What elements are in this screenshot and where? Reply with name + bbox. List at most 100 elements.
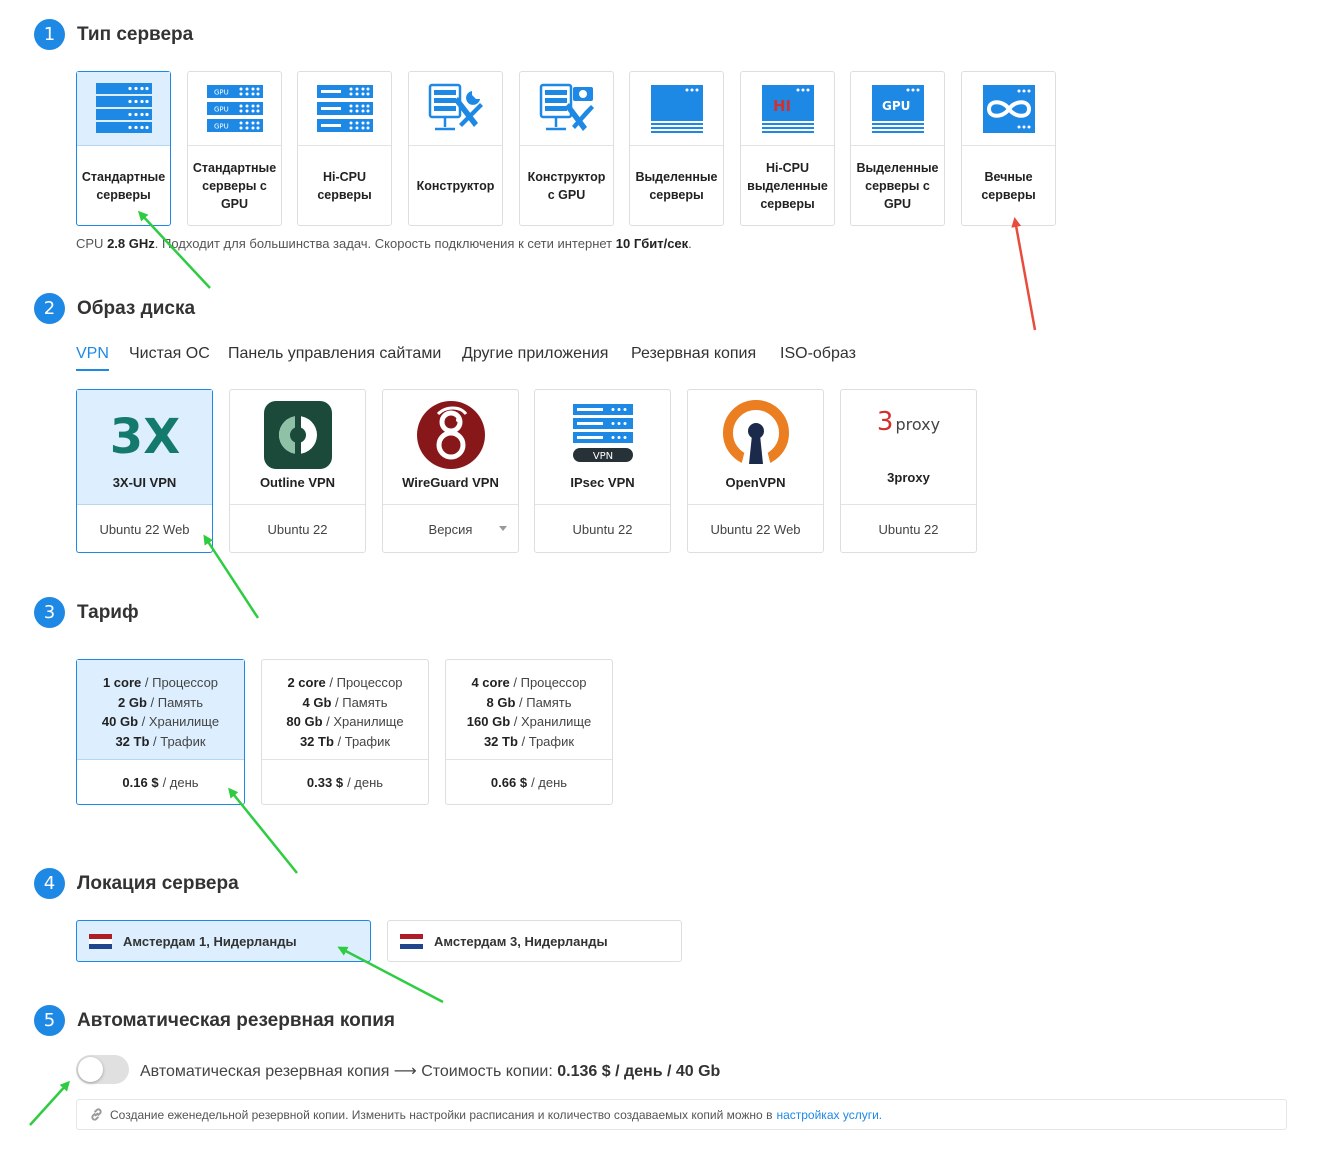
step-2-header: 2 Образ диска xyxy=(34,293,195,324)
server-type-hicpu[interactable]: Hi-CPU серверы xyxy=(297,71,392,226)
dedicated-server-icon xyxy=(650,84,703,133)
server-type-label: Конструктор с GPU xyxy=(527,170,606,202)
infinity-server-icon xyxy=(982,84,1035,133)
tariff-price: 0.16 $ / день xyxy=(122,775,199,790)
step-number: 1 xyxy=(34,19,65,50)
tariff-4-core[interactable]: 4 core / Процессор 8 Gb / Память 160 Gb … xyxy=(445,659,613,805)
server-type-eternal[interactable]: Вечные серверы xyxy=(961,71,1056,226)
server-type-standard[interactable]: Стандартные серверы xyxy=(76,71,171,226)
service-settings-link[interactable]: настройках услуги. xyxy=(776,1108,882,1122)
backup-info-box: Создание еженедельной резервной копии. И… xyxy=(76,1099,1287,1130)
server-type-label: Выделенные серверы с GPU xyxy=(856,161,939,211)
image-wireguard-vpn[interactable]: WireGuard VPN Версия xyxy=(382,389,519,553)
tariff-price: 0.66 $ / день xyxy=(490,775,568,790)
openvpn-logo xyxy=(722,400,789,466)
image-name: IPsec VPN xyxy=(570,475,635,490)
image-ipsec-vpn[interactable]: VPN IPsec VPN Ubuntu 22 xyxy=(534,389,671,553)
image-os: Ubuntu 22 xyxy=(572,521,633,537)
image-os: Ubuntu 22 xyxy=(878,521,939,537)
step-5-header: 5 Автоматическая резервная копия xyxy=(34,1005,395,1036)
hicpu-dedicated-server-icon: HI xyxy=(761,84,814,133)
tariff-1-core[interactable]: 1 core / Процессор 2 Gb / Память 40 Gb /… xyxy=(76,659,245,805)
svg-text:VPN: VPN xyxy=(592,451,612,462)
netherlands-flag-icon xyxy=(89,933,112,949)
image-name: Outline VPN xyxy=(259,475,336,490)
step-1-header: 1 Тип сервера xyxy=(34,19,193,50)
svg-text:GPU: GPU xyxy=(214,88,229,96)
server-type-label: Конструктор xyxy=(416,179,495,193)
step-number: 2 xyxy=(34,293,65,324)
arrow-eternal-servers xyxy=(1011,217,1037,331)
select-value: Версия xyxy=(428,521,473,537)
gpu-server-rack-icon: GPU GPU GPU xyxy=(206,84,263,132)
image-os: Ubuntu 22 Web xyxy=(99,521,190,537)
image-os: Ubuntu 22 xyxy=(267,521,328,537)
3x-ui-logo: 3X xyxy=(109,409,179,463)
tab-backup[interactable]: Резервная копия xyxy=(631,345,756,363)
hicpu-server-rack-icon xyxy=(316,84,373,132)
image-openvpn[interactable]: OpenVPN Ubuntu 22 Web xyxy=(687,389,824,553)
server-type-label: Hi-CPU серверы xyxy=(317,170,372,202)
wireguard-logo xyxy=(416,401,485,469)
outline-logo xyxy=(263,401,332,469)
auto-backup-toggle[interactable] xyxy=(76,1055,129,1084)
image-outline-vpn[interactable]: Outline VPN Ubuntu 22 xyxy=(229,389,366,553)
link-icon xyxy=(91,1108,102,1121)
step-3-header: 3 Тариф xyxy=(34,597,139,628)
server-type-constructor[interactable]: Конструктор xyxy=(408,71,503,226)
auto-backup-label: Автоматическая резервная копия ⟶ Стоимос… xyxy=(140,1063,721,1080)
server-tools-icon xyxy=(428,83,483,130)
step-title: Тип сервера xyxy=(77,23,194,45)
image-name: 3proxy xyxy=(887,470,930,485)
svg-text:3X: 3X xyxy=(109,409,179,463)
svg-text:HI: HI xyxy=(773,97,791,115)
server-type-label: Вечные серверы xyxy=(981,170,1036,202)
location-name: Амстердам 1, Нидерланды xyxy=(123,933,297,949)
tab-control-panel[interactable]: Панель управления сайтами xyxy=(228,345,441,363)
server-type-label: Стандартные серверы с GPU xyxy=(192,161,277,211)
step-title: Автоматическая резервная копия xyxy=(77,1009,396,1031)
server-rack-icon xyxy=(95,82,152,133)
tab-clean-os[interactable]: Чистая ОС xyxy=(129,345,210,363)
tariff-2-core[interactable]: 2 core / Процессор 4 Gb / Память 80 Gb /… xyxy=(261,659,429,805)
tariff-price: 0.33 $ / день xyxy=(306,775,384,790)
gpu-dedicated-server-icon: GPU xyxy=(871,84,924,133)
netherlands-flag-icon xyxy=(400,933,423,949)
server-type-standard-gpu[interactable]: GPU GPU GPU Стандартные серверы с GPU xyxy=(187,71,282,226)
image-name: WireGuard VPN xyxy=(402,475,499,490)
image-version-select[interactable]: Версия xyxy=(383,505,518,553)
server-type-gpu-dedicated[interactable]: GPU Выделенные серверы с GPU xyxy=(850,71,945,226)
image-name: OpenVPN xyxy=(725,475,786,490)
tab-vpn[interactable]: VPN xyxy=(76,345,109,363)
server-type-dedicated[interactable]: Выделенные серверы xyxy=(629,71,724,226)
chevron-down-icon xyxy=(499,526,507,531)
svg-text:GPU: GPU xyxy=(214,122,229,130)
backup-info-text: Создание еженедельной резервной копии. И… xyxy=(110,1107,773,1122)
location-amsterdam-1[interactable]: Амстердам 1, Нидерланды xyxy=(76,920,371,962)
step-title: Образ диска xyxy=(77,297,196,319)
step-number: 5 xyxy=(34,1005,65,1036)
step-4-header: 4 Локация сервера xyxy=(34,868,239,899)
server-type-constructor-gpu[interactable]: Конструктор с GPU xyxy=(519,71,614,226)
image-os: Ubuntu 22 Web xyxy=(710,521,801,537)
step-number: 3 xyxy=(34,597,65,628)
location-name: Амстердам 3, Нидерланды xyxy=(434,933,608,949)
tab-other-apps[interactable]: Другие приложения xyxy=(462,345,608,363)
server-type-label: Стандартные серверы xyxy=(81,170,166,202)
server-tools-gpu-icon xyxy=(539,83,594,131)
server-type-label: Hi-CPU выделенные серверы xyxy=(747,161,828,211)
svg-text:GPU: GPU xyxy=(214,105,229,113)
image-name: 3X-UI VPN xyxy=(112,475,177,490)
image-3x-ui-vpn[interactable]: 3X 3X-UI VPN Ubuntu 22 Web xyxy=(76,389,213,553)
server-type-hicpu-dedicated[interactable]: HI Hi-CPU выделенные серверы xyxy=(740,71,835,226)
step-title: Локация сервера xyxy=(77,872,239,894)
step-title: Тариф xyxy=(77,601,139,623)
image-3proxy[interactable]: 3 proxy 3proxy Ubuntu 22 xyxy=(840,389,977,553)
server-type-description: CPU 2.8 GHz. Подходит для большинства за… xyxy=(76,236,692,251)
3proxy-logo: 3 proxy xyxy=(876,407,941,437)
tab-iso[interactable]: ISO-образ xyxy=(780,345,856,363)
ipsec-logo: VPN xyxy=(572,404,633,462)
location-amsterdam-3[interactable]: Амстердам 3, Нидерланды xyxy=(387,920,682,962)
server-type-label: Выделенные серверы xyxy=(635,170,718,202)
arrow-backup-toggle xyxy=(29,1080,71,1126)
